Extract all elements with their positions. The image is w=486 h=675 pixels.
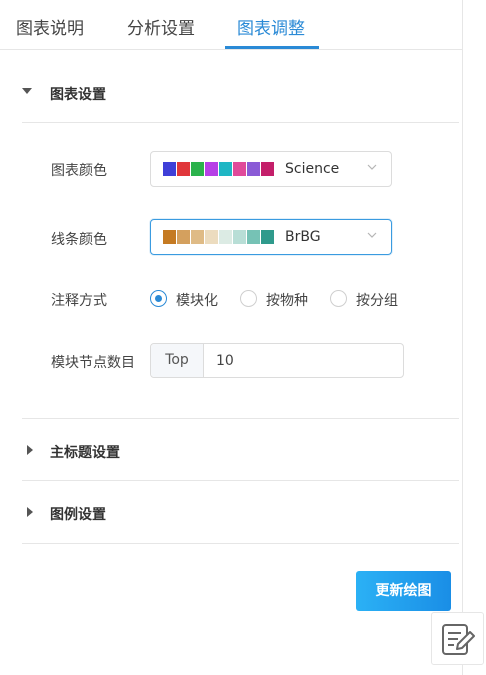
floating-edit-button[interactable] [431,612,484,665]
color-swatch [233,230,246,244]
chevron-down-icon [367,232,377,238]
tab-chart-adjust[interactable]: 图表调整 [237,14,305,39]
chart-color-swatches [163,162,275,176]
color-swatch [163,162,176,176]
chevron-down-icon [367,164,377,170]
tab-chart-description[interactable]: 图表说明 [16,14,84,39]
module-nodes-input-group: Top [150,343,404,378]
color-swatch [261,230,274,244]
chart-color-value: Science [285,161,340,177]
line-color-select[interactable]: BrBG [150,219,392,255]
chart-color-select[interactable]: Science [150,151,392,187]
color-swatch [163,230,176,244]
section-chart-settings-title: 图表设置 [50,87,106,103]
tab-bar: 图表说明 分析设置 图表调整 [0,0,462,50]
divider [22,122,459,123]
update-plot-button[interactable]: 更新绘图 [356,571,451,611]
active-tab-indicator [225,46,319,49]
radio-by-group-label: 按分组 [356,293,398,309]
caret-right-icon [27,507,33,517]
chart-color-label: 图表颜色 [51,163,107,179]
top-prefix: Top [151,344,204,377]
color-swatch [205,230,218,244]
line-color-label: 线条颜色 [51,232,107,248]
tab-analysis-settings[interactable]: 分析设置 [127,14,195,39]
panel-border [462,0,463,675]
annotation-label: 注释方式 [51,293,107,309]
color-swatch [219,162,232,176]
radio-modular-label: 模块化 [176,293,218,309]
color-swatch [233,162,246,176]
divider [22,543,459,544]
divider [22,418,459,419]
section-main-title-title: 主标题设置 [50,445,120,461]
section-chart-settings-header[interactable]: 图表设置 [22,84,459,104]
section-main-title-header[interactable]: 主标题设置 [22,442,459,462]
radio-circle [150,290,167,307]
line-color-value: BrBG [285,229,321,245]
line-color-swatches [163,230,275,244]
color-swatch [191,162,204,176]
color-swatch [261,162,274,176]
color-swatch [191,230,204,244]
color-swatch [247,230,260,244]
caret-right-icon [27,445,33,455]
radio-circle [240,290,257,307]
section-legend-header[interactable]: 图例设置 [22,504,459,524]
radio-by-species-label: 按物种 [266,293,308,309]
color-swatch [205,162,218,176]
color-swatch [219,230,232,244]
edit-note-icon [442,624,475,655]
color-swatch [247,162,260,176]
section-legend-title: 图例设置 [50,507,106,523]
color-swatch [177,230,190,244]
radio-circle [330,290,347,307]
color-swatch [177,162,190,176]
caret-down-icon [22,88,32,94]
divider [22,480,459,481]
module-nodes-label: 模块节点数目 [51,355,135,371]
module-nodes-input[interactable] [204,344,403,377]
